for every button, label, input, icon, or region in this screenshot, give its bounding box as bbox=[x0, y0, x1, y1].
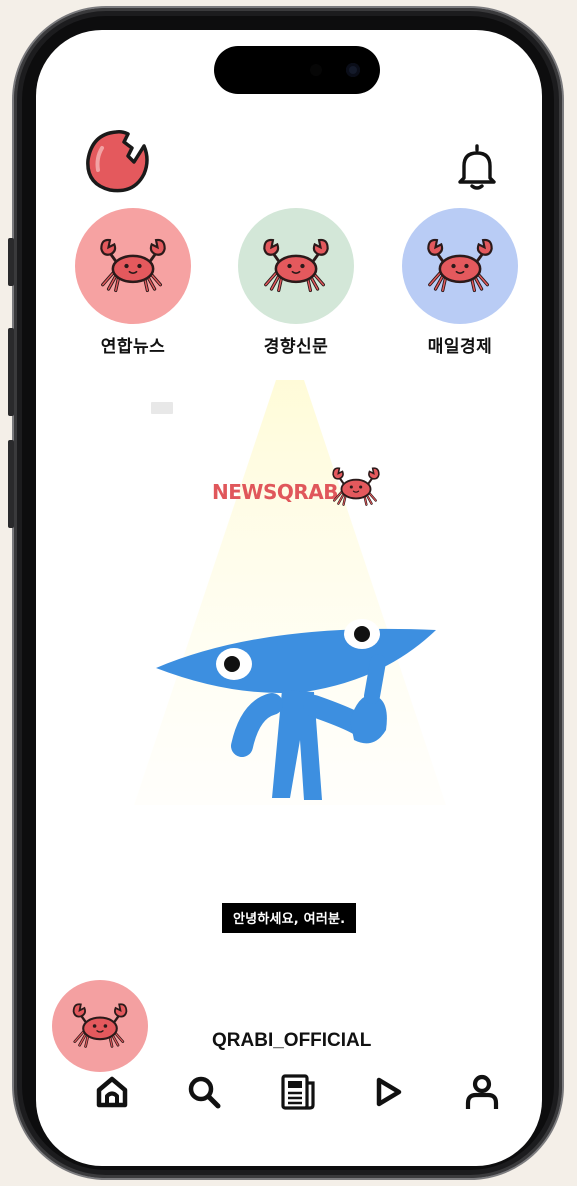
search-icon[interactable] bbox=[182, 1070, 226, 1114]
app-screen: 연합뉴스 경향신문 매일경제 NEWSQRAB 안녕하세요, 여러분. QRAB… bbox=[36, 30, 542, 1166]
video-player[interactable]: NEWSQRAB 안녕하세요, 여러분. bbox=[36, 375, 542, 945]
front-camera bbox=[346, 63, 360, 77]
crab-claw-logo-icon[interactable] bbox=[82, 126, 154, 198]
channel-list: 연합뉴스 경향신문 매일경제 bbox=[36, 208, 542, 358]
dynamic-island bbox=[214, 46, 380, 94]
channel-avatar bbox=[75, 208, 191, 324]
sensor bbox=[310, 64, 322, 76]
bell-icon[interactable] bbox=[454, 142, 500, 192]
crab-icon bbox=[260, 237, 332, 295]
channel-avatar bbox=[402, 208, 518, 324]
profile-icon[interactable] bbox=[460, 1070, 504, 1114]
crab-icon bbox=[70, 1002, 130, 1050]
channel-item[interactable]: 연합뉴스 bbox=[73, 208, 193, 357]
channel-item[interactable]: 매일경제 bbox=[400, 208, 520, 357]
crab-icon bbox=[424, 237, 496, 295]
home-icon[interactable] bbox=[90, 1070, 134, 1114]
channel-avatar bbox=[238, 208, 354, 324]
volume-up-button bbox=[8, 328, 14, 416]
newspaper-icon[interactable] bbox=[276, 1070, 320, 1114]
channel-item[interactable]: 경향신문 bbox=[236, 208, 356, 357]
account-avatar[interactable] bbox=[52, 980, 148, 1072]
channel-label: 매일경제 bbox=[427, 337, 493, 357]
bottom-tab-bar bbox=[36, 1070, 542, 1130]
play-icon[interactable] bbox=[366, 1070, 410, 1114]
volume-down-button bbox=[8, 440, 14, 528]
crab-icon bbox=[97, 237, 169, 295]
video-watermark bbox=[151, 402, 173, 414]
action-button bbox=[8, 238, 14, 286]
crab-icon bbox=[330, 465, 382, 509]
video-subtitle: 안녕하세요, 여러분. bbox=[222, 903, 357, 933]
account-name[interactable]: QRABI_OFFICIAL bbox=[212, 1030, 371, 1052]
newsqrab-wordmark: NEWSQRAB bbox=[212, 480, 339, 504]
channel-label: 연합뉴스 bbox=[100, 337, 166, 357]
mascot-character bbox=[156, 619, 436, 800]
channel-label: 경향신문 bbox=[263, 337, 329, 357]
